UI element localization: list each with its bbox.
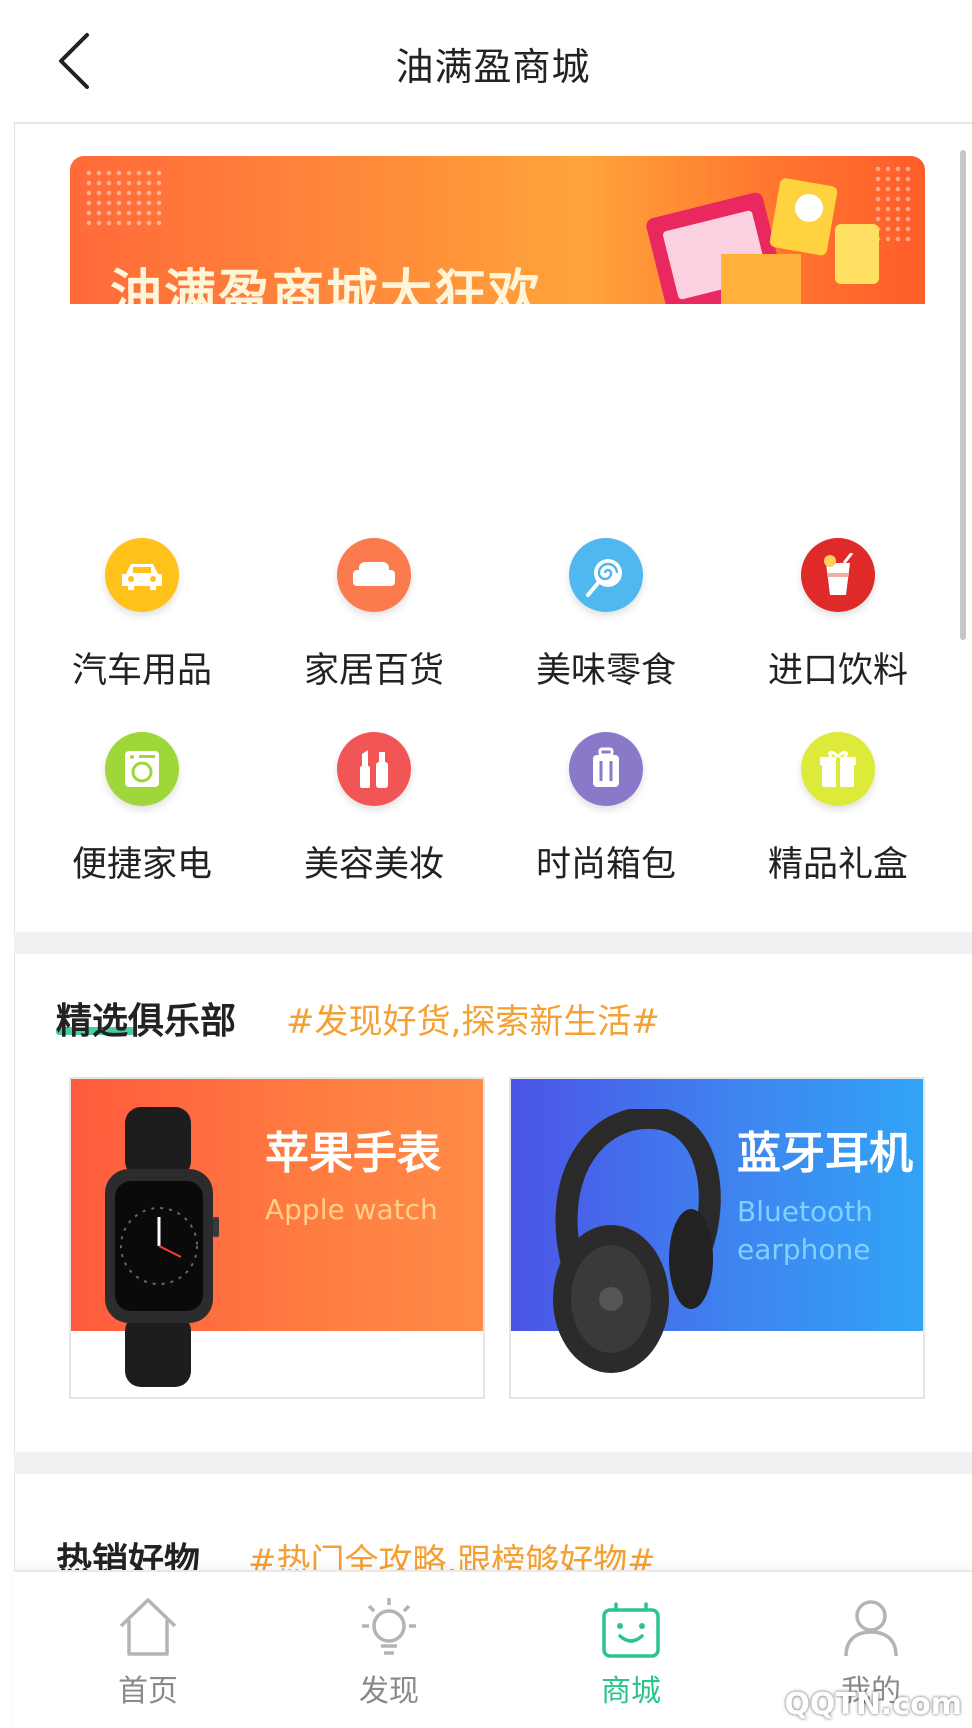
cosmetics-icon: [337, 732, 411, 806]
card-title: 蓝牙耳机: [737, 1128, 913, 1179]
watermark: QQTN.com: [784, 1687, 962, 1722]
club-section-tag: #发现好货,探索新生活#: [286, 1002, 660, 1042]
category-item[interactable]: 时尚箱包: [490, 732, 722, 887]
drink-icon: [801, 538, 875, 612]
luggage-icon: [569, 732, 643, 806]
category-label: 美容美妆: [303, 845, 444, 885]
card-title: 苹果手表: [265, 1128, 441, 1179]
gift-icon: [801, 732, 875, 806]
product-card-earphone[interactable]: 蓝牙耳机 Bluetooth earphone: [509, 1077, 925, 1399]
washing-machine-icon: [105, 732, 179, 806]
category-label: 时尚箱包: [535, 845, 676, 885]
category-item[interactable]: 便捷家电: [26, 732, 258, 887]
banner-title: 油满盈商城大狂欢: [110, 265, 543, 304]
category-item[interactable]: 家居百货: [258, 538, 490, 693]
scrollbar[interactable]: [960, 150, 966, 640]
category-item[interactable]: 美味零食: [490, 538, 722, 693]
tab-home[interactable]: 首页: [73, 1594, 223, 1710]
category-label: 家居百货: [303, 651, 444, 691]
page-title: 油满盈商城: [395, 45, 591, 89]
watch-image: [105, 1107, 219, 1387]
category-item[interactable]: 美容美妆: [258, 732, 490, 887]
top-nav-bar: 油满盈商城: [14, 0, 972, 124]
lollipop-icon: [569, 538, 643, 612]
tab-discover[interactable]: 发现: [314, 1594, 464, 1710]
category-label: 精品礼盒: [767, 845, 908, 885]
card-subtitle: earphone: [737, 1233, 871, 1266]
product-card-watch[interactable]: 苹果手表 Apple watch: [69, 1077, 485, 1399]
car-icon: [105, 538, 179, 612]
user-icon: [844, 1600, 898, 1657]
promo-banner[interactable]: 油满盈商城大狂欢: [70, 156, 925, 304]
category-label: 汽车用品: [71, 651, 212, 691]
tab-label: 发现: [359, 1674, 419, 1709]
section-divider: [14, 932, 972, 954]
category-item[interactable]: 进口饮料: [722, 538, 954, 693]
bulb-icon: [362, 1598, 416, 1655]
headphone-image: [553, 1109, 721, 1373]
home-icon: [119, 1598, 177, 1656]
category-label: 美味零食: [535, 651, 676, 691]
club-section-title: 精选俱乐部: [56, 1001, 237, 1042]
shopping-bag-icon: [602, 1602, 660, 1658]
banner-illustration: [646, 178, 879, 304]
banner-dot-pattern: [84, 168, 164, 228]
tab-label: 首页: [118, 1674, 178, 1709]
tab-label: 商城: [601, 1674, 661, 1709]
sofa-icon: [337, 538, 411, 612]
category-label: 进口饮料: [767, 651, 908, 691]
card-subtitle: Bluetooth: [737, 1195, 873, 1228]
category-item[interactable]: 精品礼盒: [722, 732, 954, 887]
category-item[interactable]: 汽车用品: [26, 538, 258, 693]
card-subtitle: Apple watch: [265, 1193, 438, 1226]
tab-mall[interactable]: 商城: [556, 1594, 706, 1710]
category-label: 便捷家电: [71, 845, 212, 885]
section-divider: [14, 1452, 972, 1474]
